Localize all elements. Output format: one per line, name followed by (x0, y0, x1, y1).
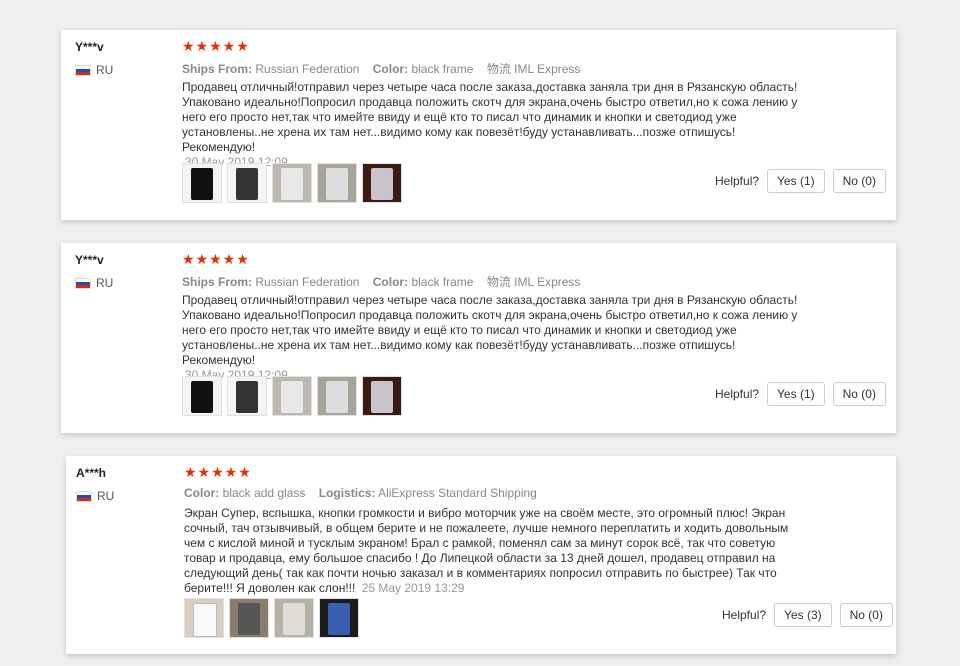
russia-flag-icon (75, 64, 91, 76)
helpful-controls: Helpful? Yes (1) No (0) (715, 382, 886, 406)
country-code: RU (96, 63, 114, 77)
review-date: 25 May 2019 13:29 (361, 581, 465, 595)
review-card: A***h RU ★★★★★ Color: black add glass Lo… (66, 456, 896, 654)
meta-label: Color: (372, 275, 409, 289)
review-photo-thumbnail[interactable] (362, 376, 402, 416)
helpful-no-button[interactable]: No (0) (832, 169, 886, 193)
helpful-label: Helpful? (722, 608, 767, 622)
star-rating: ★★★★★ (182, 251, 250, 267)
helpful-controls: Helpful? Yes (3) No (0) (722, 603, 893, 627)
review-meta: Ships From: Russian Federation Color: bl… (182, 273, 802, 289)
helpful-yes-button[interactable]: Yes (1) (767, 169, 825, 193)
review-photo-thumbnail[interactable] (319, 598, 359, 638)
review-photo-thumbnail[interactable] (272, 376, 312, 416)
reviewer-name: Y***v (75, 40, 104, 54)
reviewer-name: Y***v (75, 253, 104, 267)
star-rating: ★★★★★ (182, 38, 250, 54)
meta-value: Russian Federation (255, 62, 360, 76)
meta-value: Russian Federation (255, 275, 360, 289)
helpful-label: Helpful? (715, 387, 760, 401)
review-photo-thumbnail[interactable] (274, 598, 314, 638)
review-photo-thumbnail[interactable] (227, 376, 267, 416)
review-photo-thumbnail[interactable] (362, 163, 402, 203)
review-photo-thumbnail[interactable] (182, 376, 222, 416)
meta-value: black frame (411, 62, 474, 76)
review-photo-thumbnail[interactable] (229, 598, 269, 638)
review-photo-thumbnail[interactable] (227, 163, 267, 203)
meta-label: Ships From: (182, 62, 253, 76)
meta-value: black add glass (222, 486, 306, 500)
review-text: Продавец отличный!отправил через четыре … (182, 293, 798, 367)
review-text: Продавец отличный!отправил через четыре … (182, 80, 798, 154)
review-content: ★★★★★ Color: black add glass Logistics: … (184, 464, 809, 596)
review-meta: Ships From: Russian Federation Color: bl… (182, 60, 802, 76)
reviewer-country: RU (76, 489, 114, 503)
helpful-controls: Helpful? Yes (1) No (0) (715, 169, 886, 193)
helpful-no-button[interactable]: No (0) (839, 603, 893, 627)
russia-flag-icon (76, 490, 92, 502)
meta-label: Color: (372, 62, 409, 76)
reviewer-name: A***h (76, 466, 107, 480)
meta-label: Logistics: (318, 486, 376, 500)
review-photo-thumbnail[interactable] (182, 163, 222, 203)
review-photo-thumbnail[interactable] (184, 598, 224, 638)
review-photo-thumbnail[interactable] (272, 163, 312, 203)
review-text-body: Экран Супер, вспышка, кнопки громкости и… (184, 506, 789, 595)
review-content: ★★★★★ Ships From: Russian Federation Col… (182, 251, 802, 382)
country-code: RU (97, 489, 115, 503)
review-card: Y***v RU ★★★★★ Ships From: Russian Feder… (61, 30, 896, 220)
review-photos (182, 376, 402, 416)
russia-flag-icon (75, 277, 91, 289)
review-content: ★★★★★ Ships From: Russian Federation Col… (182, 38, 802, 169)
helpful-no-button[interactable]: No (0) (832, 382, 886, 406)
review-photo-thumbnail[interactable] (317, 376, 357, 416)
review-text: Экран Супер, вспышка, кнопки громкости и… (184, 506, 809, 596)
helpful-yes-button[interactable]: Yes (3) (774, 603, 832, 627)
reviewer-country: RU (75, 63, 113, 77)
review-photos (182, 163, 402, 203)
meta-label: Ships From: (182, 275, 253, 289)
review-card: Y***v RU ★★★★★ Ships From: Russian Feder… (61, 243, 896, 433)
helpful-yes-button[interactable]: Yes (1) (767, 382, 825, 406)
reviewer-country: RU (75, 276, 113, 290)
review-photos (184, 598, 359, 638)
meta-label: 物流 (486, 62, 511, 76)
helpful-label: Helpful? (715, 174, 760, 188)
meta-label: 物流 (486, 275, 511, 289)
star-rating: ★★★★★ (184, 464, 252, 480)
review-meta: Color: black add glass Logistics: AliExp… (184, 486, 809, 502)
review-photo-thumbnail[interactable] (317, 163, 357, 203)
meta-value: IML Express (514, 62, 581, 76)
meta-value: black frame (411, 275, 474, 289)
country-code: RU (96, 276, 114, 290)
meta-label: Color: (184, 486, 220, 500)
meta-value: AliExpress Standard Shipping (378, 486, 537, 500)
meta-value: IML Express (514, 275, 581, 289)
